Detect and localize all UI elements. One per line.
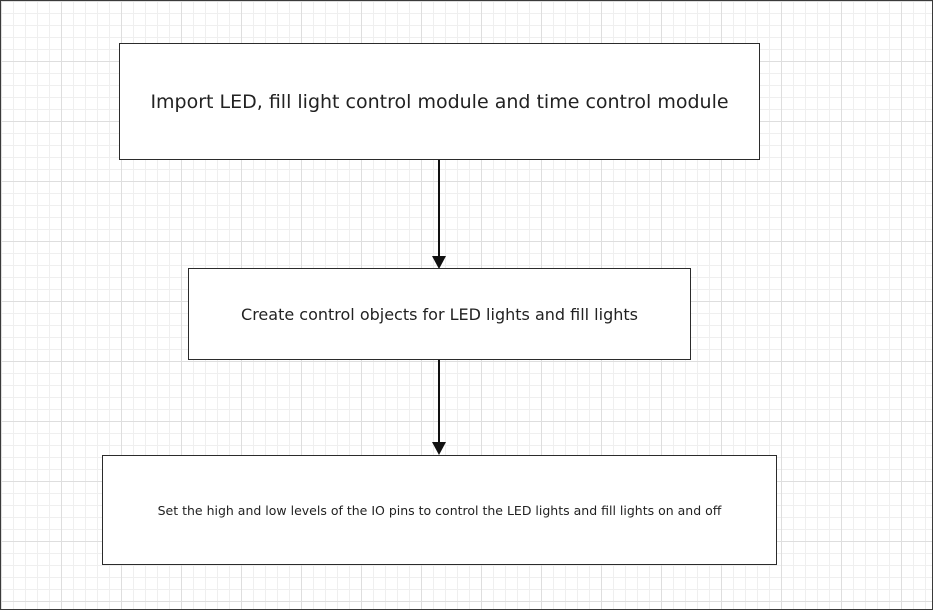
flow-step-label: Create control objects for LED lights an… xyxy=(241,304,638,324)
flow-step-label: Set the high and low levels of the IO pi… xyxy=(157,502,722,518)
flow-step-import-modules: Import LED, fill light control module an… xyxy=(119,43,760,160)
flow-step-set-io-levels: Set the high and low levels of the IO pi… xyxy=(102,455,777,565)
arrow-step1-to-step2 xyxy=(432,160,446,269)
arrow-step2-to-step3 xyxy=(432,360,446,455)
diagram-canvas: Import LED, fill light control module an… xyxy=(0,0,933,610)
arrowhead-down-icon xyxy=(432,442,446,455)
flow-step-create-control-objects: Create control objects for LED lights an… xyxy=(188,268,691,360)
flow-step-label: Import LED, fill light control module an… xyxy=(150,90,729,113)
